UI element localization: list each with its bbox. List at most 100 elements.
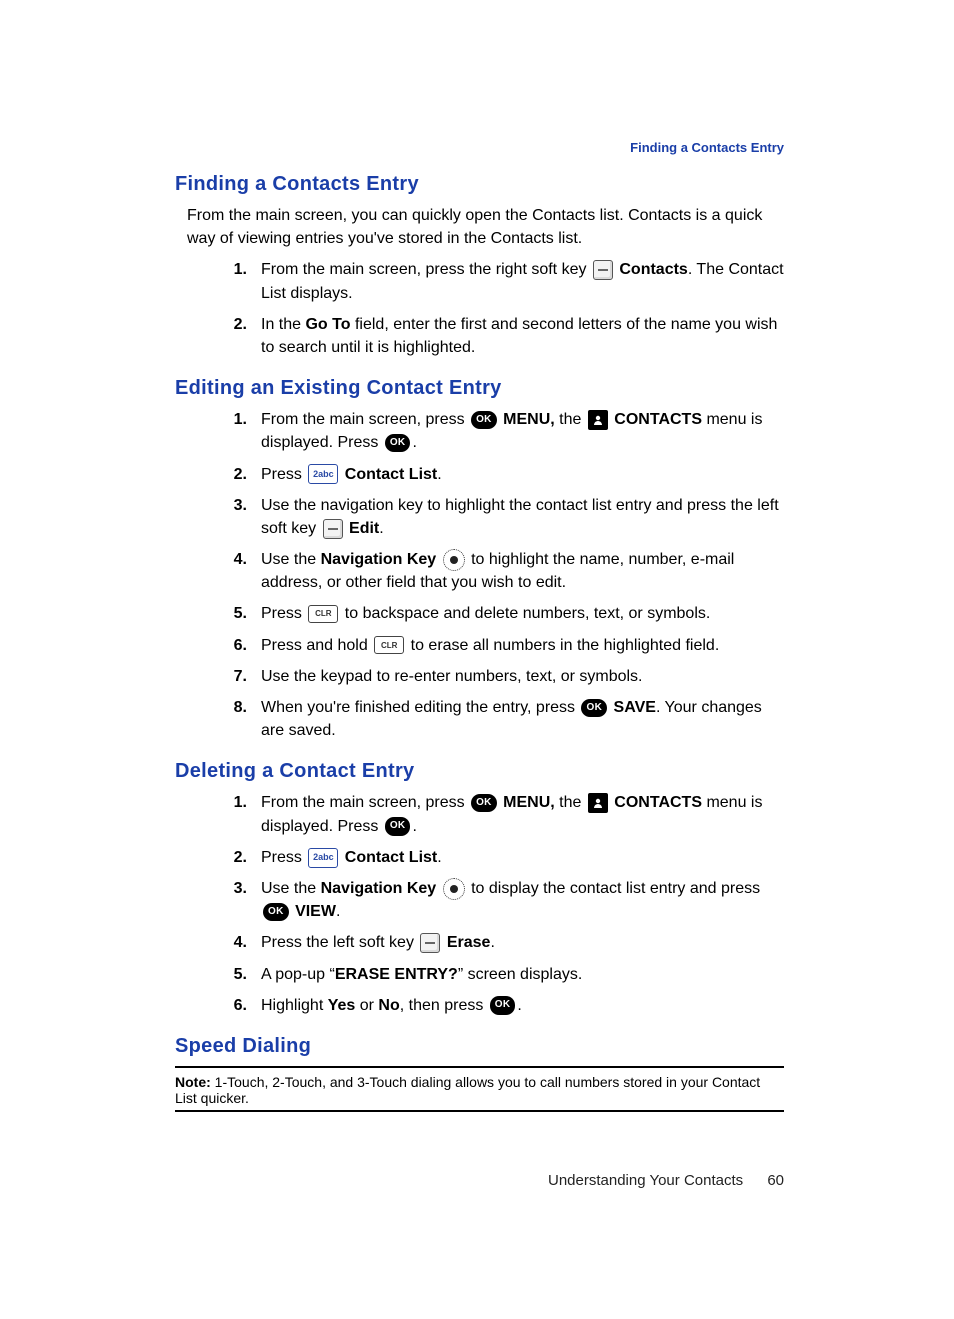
step: 2. Press 2abc Contact List.: [175, 463, 784, 486]
t: the: [559, 411, 586, 428]
softkey-icon: [593, 260, 613, 280]
step-text: When you're finished editing the entry, …: [261, 696, 784, 742]
step-text: Press 2abc Contact List.: [261, 846, 784, 869]
t: A pop-up “: [261, 966, 335, 983]
step-text: From the main screen, press OK MENU, the…: [261, 408, 784, 454]
t: MENU,: [503, 794, 555, 811]
steps-finding: 1. From the main screen, press the right…: [175, 258, 784, 359]
t: ERASE ENTRY?: [335, 966, 458, 983]
divider: [175, 1066, 784, 1068]
step-number: 2.: [175, 313, 247, 359]
t: VIEW: [295, 903, 336, 920]
step: 3. Use the Navigation Key to display the…: [175, 877, 784, 923]
t: .: [412, 434, 416, 451]
t: Yes: [328, 997, 356, 1014]
step-number: 6.: [175, 994, 247, 1017]
t: Contact List: [345, 466, 437, 483]
t: Press: [261, 849, 306, 866]
steps-editing: 1. From the main screen, press OK MENU, …: [175, 408, 784, 742]
step-text: Use the keypad to re-enter numbers, text…: [261, 665, 784, 688]
t: CONTACTS: [614, 411, 702, 428]
step: 1. From the main screen, press the right…: [175, 258, 784, 304]
t: Navigation Key: [321, 880, 437, 897]
t: Go To: [305, 316, 350, 333]
t: From the main screen, press the right so…: [261, 261, 586, 278]
t: .: [336, 903, 340, 920]
step: 7. Use the keypad to re-enter numbers, t…: [175, 665, 784, 688]
ok-icon: OK: [581, 699, 607, 718]
t: to backspace and delete numbers, text, o…: [345, 605, 711, 622]
t: .: [412, 818, 416, 835]
t: or: [355, 997, 378, 1014]
step-number: 6.: [175, 634, 247, 657]
steps-deleting: 1. From the main screen, press OK MENU, …: [175, 791, 784, 1017]
ok-icon: OK: [385, 817, 411, 836]
t: Highlight: [261, 997, 328, 1014]
step: 5. A pop-up “ERASE ENTRY?” screen displa…: [175, 963, 784, 986]
step: 3. Use the navigation key to highlight t…: [175, 494, 784, 540]
step-text: Use the navigation key to highlight the …: [261, 494, 784, 540]
step-number: 3.: [175, 877, 247, 923]
t: .: [437, 849, 441, 866]
t: the: [559, 794, 586, 811]
key-2abc-icon: 2abc: [308, 464, 338, 484]
step: 5. Press CLR to backspace and delete num…: [175, 602, 784, 625]
ok-icon: OK: [263, 903, 289, 922]
t: MENU,: [503, 411, 555, 428]
step-text: From the main screen, press the right so…: [261, 258, 784, 304]
navigation-key-icon: [443, 549, 465, 571]
intro-finding: From the main screen, you can quickly op…: [187, 204, 784, 250]
footer-page-number: 60: [767, 1172, 784, 1189]
step: 4. Use the Navigation Key to highlight t…: [175, 548, 784, 594]
step-number: 4.: [175, 931, 247, 954]
t: Contacts: [619, 261, 687, 278]
heading-deleting: Deleting a Contact Entry: [175, 760, 784, 783]
page-footer: Understanding Your Contacts 60: [175, 1172, 784, 1189]
running-header: Finding a Contacts Entry: [175, 140, 784, 155]
t: No: [378, 997, 399, 1014]
step-number: 4.: [175, 548, 247, 594]
t: Press: [261, 605, 306, 622]
softkey-icon: [420, 933, 440, 953]
softkey-icon: [323, 519, 343, 539]
step-text: Highlight Yes or No, then press OK.: [261, 994, 784, 1017]
page: Finding a Contacts Entry Finding a Conta…: [0, 0, 954, 1289]
heading-editing: Editing an Existing Contact Entry: [175, 377, 784, 400]
t: .: [517, 997, 521, 1014]
step-number: 2.: [175, 846, 247, 869]
t: When you're finished editing the entry, …: [261, 699, 579, 716]
footer-section: Understanding Your Contacts: [548, 1172, 743, 1189]
t: Press: [261, 466, 306, 483]
t: Press the left soft key: [261, 934, 418, 951]
step-text: Press CLR to backspace and delete number…: [261, 602, 784, 625]
step-text: Use the Navigation Key to highlight the …: [261, 548, 784, 594]
step-text: Use the Navigation Key to display the co…: [261, 877, 784, 923]
step-number: 1.: [175, 791, 247, 837]
ok-icon: OK: [490, 996, 516, 1015]
step-text: A pop-up “ERASE ENTRY?” screen displays.: [261, 963, 784, 986]
t: .: [379, 520, 383, 537]
step: 2. Press 2abc Contact List.: [175, 846, 784, 869]
heading-finding: Finding a Contacts Entry: [175, 173, 784, 196]
contacts-icon: [588, 410, 608, 430]
t: Use the: [261, 880, 321, 897]
ok-icon: OK: [471, 794, 497, 813]
navigation-key-icon: [443, 878, 465, 900]
step-text: Press 2abc Contact List.: [261, 463, 784, 486]
t: CONTACTS: [614, 794, 702, 811]
t: Erase: [447, 934, 491, 951]
step-number: 5.: [175, 602, 247, 625]
step: 8. When you're finished editing the entr…: [175, 696, 784, 742]
t: SAVE: [614, 699, 656, 716]
heading-speed-dialing: Speed Dialing: [175, 1035, 784, 1058]
step: 1. From the main screen, press OK MENU, …: [175, 791, 784, 837]
divider: [175, 1110, 784, 1112]
t: In the: [261, 316, 305, 333]
step-number: 3.: [175, 494, 247, 540]
step-number: 1.: [175, 408, 247, 454]
key-2abc-icon: 2abc: [308, 848, 338, 868]
ok-icon: OK: [471, 411, 497, 430]
t: From the main screen, press: [261, 794, 469, 811]
clr-key-icon: CLR: [308, 605, 338, 623]
step-number: 8.: [175, 696, 247, 742]
